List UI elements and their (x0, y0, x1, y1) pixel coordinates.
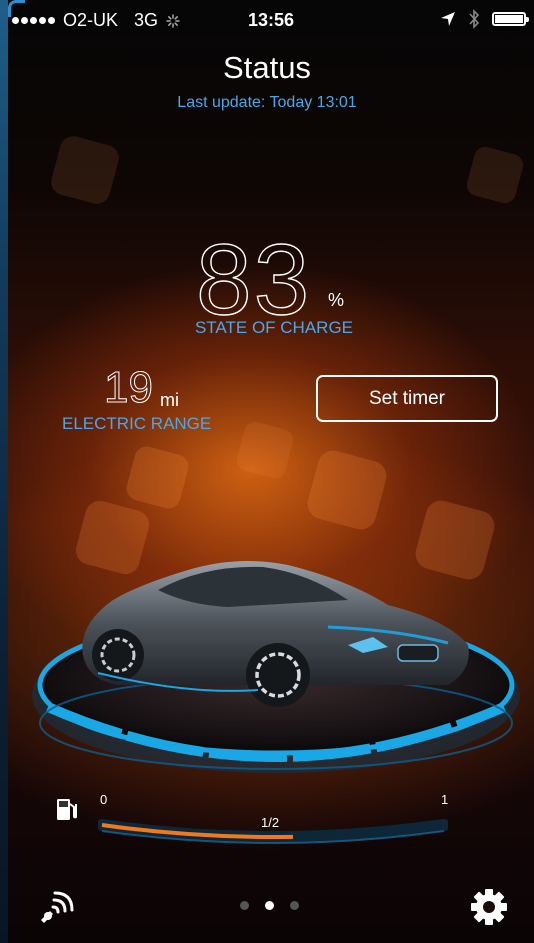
charge-label: STATE OF CHARGE (194, 318, 354, 337)
signal-strength-icon (12, 17, 55, 24)
clock-time: 13:56 (248, 10, 295, 30)
bokeh-shape (464, 144, 526, 206)
bokeh-shape (123, 443, 192, 512)
car-platform-illustration (32, 561, 520, 773)
network-type: 3G (134, 10, 159, 30)
location-arrow-icon (441, 12, 455, 26)
remote-signal-icon[interactable] (38, 887, 76, 925)
status-bar: O2-UK 3G 13:56 (0, 0, 534, 40)
activity-spinner-icon (166, 13, 180, 28)
gear-icon[interactable] (470, 888, 508, 926)
bokeh-shape (234, 419, 296, 481)
range-value: 19 (104, 363, 154, 412)
charge-value: 83 (195, 224, 312, 336)
fuel-gauge-min-label: 0 (100, 792, 108, 807)
last-update-text: Last update: Today 13:01 (177, 94, 357, 111)
fuel-gauge-max-label: 1 (441, 792, 449, 807)
page-title: Status (223, 50, 311, 85)
status-screen: O2-UK 3G 13:56 Status Last update: Today… (0, 0, 534, 943)
carrier-name: O2-UK (63, 10, 119, 30)
bokeh-shape (48, 133, 122, 207)
range-unit: mi (160, 390, 179, 410)
page-indicator[interactable] (240, 901, 299, 910)
charge-unit: % (328, 290, 345, 310)
range-label: ELECTRIC RANGE (62, 414, 212, 433)
fuel-pump-icon (57, 799, 77, 820)
bluetooth-icon (469, 9, 480, 29)
fuel-gauge (98, 819, 448, 844)
window-edge (0, 0, 8, 943)
page-dot[interactable] (265, 901, 274, 910)
bokeh-shape (304, 447, 390, 533)
page-dot[interactable] (290, 901, 299, 910)
set-timer-button[interactable]: Set timer (316, 375, 498, 422)
status-bar-left: O2-UK 3G (12, 10, 180, 31)
page-dot[interactable] (240, 901, 249, 910)
status-bar-right (440, 9, 529, 29)
battery-icon (492, 12, 529, 26)
